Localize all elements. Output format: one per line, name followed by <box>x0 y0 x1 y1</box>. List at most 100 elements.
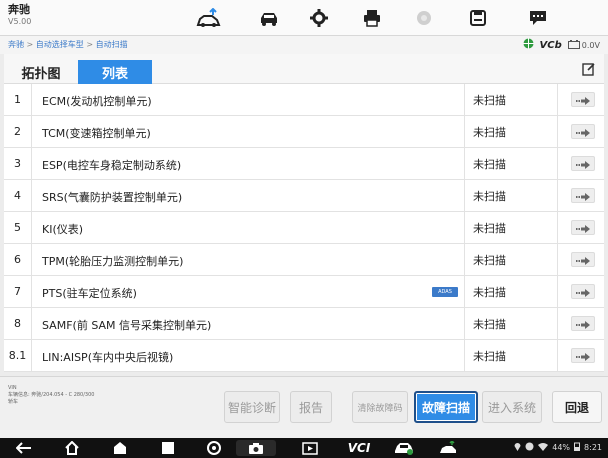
vehicle-info: VIN 车辆信息: 奔驰/204.054 - C 280/300 轿车 <box>8 385 94 406</box>
location-icon <box>514 442 521 453</box>
breadcrumb-item: 自动扫描 <box>95 40 128 49</box>
row-number: 5 <box>4 212 32 243</box>
system-name: TPM(轮胎压力监测控制单元) <box>42 255 184 268</box>
table-row[interactable]: 5 KI(仪表) 未扫描 <box>4 212 604 244</box>
system-name: SAMF(前 SAM 信号采集控制单元) <box>42 319 212 332</box>
enter-row-button[interactable] <box>571 220 595 235</box>
arrow-right-icon <box>576 250 590 269</box>
remote-car-icon[interactable] <box>436 440 460 456</box>
arrow-right-icon <box>576 122 590 141</box>
table-row[interactable]: 8 SAMF(前 SAM 信号采集控制单元) 未扫描 <box>4 308 604 340</box>
table-row[interactable]: 8.1 LIN:AISP(车内中央后视镜) 未扫描 <box>4 340 604 372</box>
system-table: 1 ECM(发动机控制单元) 未扫描 2 TCM(变速箱控制单元) 未扫描 3 ESP(电控车… <box>4 84 604 372</box>
system-name: ESP(电控车身稳定制动系统) <box>42 159 182 172</box>
system-status-area: 44% 8:21 <box>514 442 602 453</box>
edit-icon[interactable] <box>582 61 596 80</box>
enter-row-button[interactable] <box>571 348 595 363</box>
app-version: V5.00 <box>8 17 32 26</box>
back-arrow-icon[interactable] <box>14 440 34 456</box>
gear-icon <box>310 9 328 27</box>
report-button[interactable]: 报告 <box>290 391 332 423</box>
row-number: 4 <box>4 180 32 211</box>
arrow-right-icon <box>576 90 590 109</box>
tab-list[interactable]: 列表 <box>78 60 152 84</box>
breadcrumb-item[interactable]: 奔驰 <box>8 40 24 49</box>
adas-badge: ADAS <box>432 287 458 297</box>
help-button[interactable] <box>398 0 450 36</box>
enter-row-button[interactable] <box>571 316 595 331</box>
house-icon[interactable] <box>110 440 130 456</box>
vehicle-swap-button[interactable] <box>243 0 295 36</box>
help-icon <box>416 10 432 26</box>
back-button[interactable]: 回退 <box>552 391 602 423</box>
row-number: 7 <box>4 276 32 307</box>
wifi-icon <box>538 442 549 453</box>
vin-label: VIN <box>8 385 17 391</box>
settings-button[interactable] <box>293 0 345 36</box>
camera-icon[interactable] <box>236 440 276 456</box>
brand-name: 奔驰 <box>8 3 30 16</box>
enter-row-button[interactable] <box>571 284 595 299</box>
scan-status: 未扫描 <box>464 148 558 179</box>
table-row[interactable]: 3 ESP(电控车身稳定制动系统) 未扫描 <box>4 148 604 180</box>
home-car-button[interactable] <box>182 0 234 36</box>
arrow-right-icon <box>576 346 590 365</box>
fault-scan-button[interactable]: 故障扫描 <box>414 391 478 423</box>
smart-diagnosis-button[interactable]: 智能诊断 <box>224 391 280 423</box>
system-name: LIN:AISP(车内中央后视镜) <box>42 351 174 364</box>
car-diagnostic-icon[interactable] <box>392 440 416 456</box>
system-name: TCM(变速箱控制单元) <box>42 127 151 140</box>
system-name: ECM(发动机控制单元) <box>42 95 152 108</box>
table-row[interactable]: 4 SRS(气囊防护装置控制单元) 未扫描 <box>4 180 604 212</box>
table-row[interactable]: 6 TPM(轮胎压力监测控制单元) 未扫描 <box>4 244 604 276</box>
recent-apps-icon[interactable] <box>158 440 178 456</box>
system-name: KI(仪表) <box>42 223 84 236</box>
arrow-right-icon <box>576 154 590 173</box>
action-panel: VIN 车辆信息: 奔驰/204.054 - C 280/300 轿车 智能诊断… <box>0 376 608 438</box>
scan-status: 未扫描 <box>464 244 558 275</box>
vci-connection-label: VCb <box>539 39 562 51</box>
row-number: 1 <box>4 84 32 115</box>
battery-voltage-icon <box>567 39 580 51</box>
enter-row-button[interactable] <box>571 188 595 203</box>
view-tabs: 拓扑图 列表 <box>4 54 604 84</box>
scan-status: 未扫描 <box>464 276 558 307</box>
breadcrumb-item[interactable]: 自动选择车型 <box>36 40 84 49</box>
table-row[interactable]: 1 ECM(发动机控制单元) 未扫描 <box>4 84 604 116</box>
table-row[interactable]: 7 PTS(驻车定位系统) ADAS 未扫描 <box>4 276 604 308</box>
arrow-right-icon <box>576 218 590 237</box>
message-button[interactable] <box>512 0 564 36</box>
save-button[interactable] <box>452 0 504 36</box>
top-toolbar: 奔驰 V5.00 <box>0 0 608 36</box>
home-icon[interactable] <box>62 440 82 456</box>
printer-icon <box>363 9 381 27</box>
vehicle-swap-icon <box>259 9 279 27</box>
scan-status: 未扫描 <box>464 212 558 243</box>
video-icon[interactable] <box>300 440 320 456</box>
print-button[interactable] <box>346 0 398 36</box>
arrow-right-icon <box>576 282 590 301</box>
connection-status: VCb 0.0V <box>523 38 600 52</box>
scan-status: 未扫描 <box>464 340 558 371</box>
arrow-right-icon <box>576 314 590 333</box>
network-globe-icon <box>523 38 534 52</box>
table-row[interactable]: 2 TCM(变速箱控制单元) 未扫描 <box>4 116 604 148</box>
arrow-right-icon <box>576 186 590 205</box>
browser-icon[interactable] <box>204 440 224 456</box>
row-number: 2 <box>4 116 32 147</box>
row-number: 6 <box>4 244 32 275</box>
battery-voltage: 0.0V <box>567 39 600 51</box>
enter-row-button[interactable] <box>571 252 595 267</box>
breadcrumb-separator: > <box>86 40 94 49</box>
sync-icon <box>525 442 534 453</box>
enter-system-button[interactable]: 进入系统 <box>482 391 542 423</box>
clock: 8:21 <box>584 443 602 452</box>
enter-row-button[interactable] <box>571 92 595 107</box>
enter-row-button[interactable] <box>571 156 595 171</box>
system-name: PTS(驻车定位系统) <box>42 287 137 300</box>
breadcrumb-separator: > <box>26 40 34 49</box>
clear-dtc-button[interactable]: 清除故障码 <box>352 391 408 423</box>
tab-topology[interactable]: 拓扑图 <box>4 60 78 84</box>
vci-icon[interactable]: VCI <box>344 440 374 456</box>
enter-row-button[interactable] <box>571 124 595 139</box>
